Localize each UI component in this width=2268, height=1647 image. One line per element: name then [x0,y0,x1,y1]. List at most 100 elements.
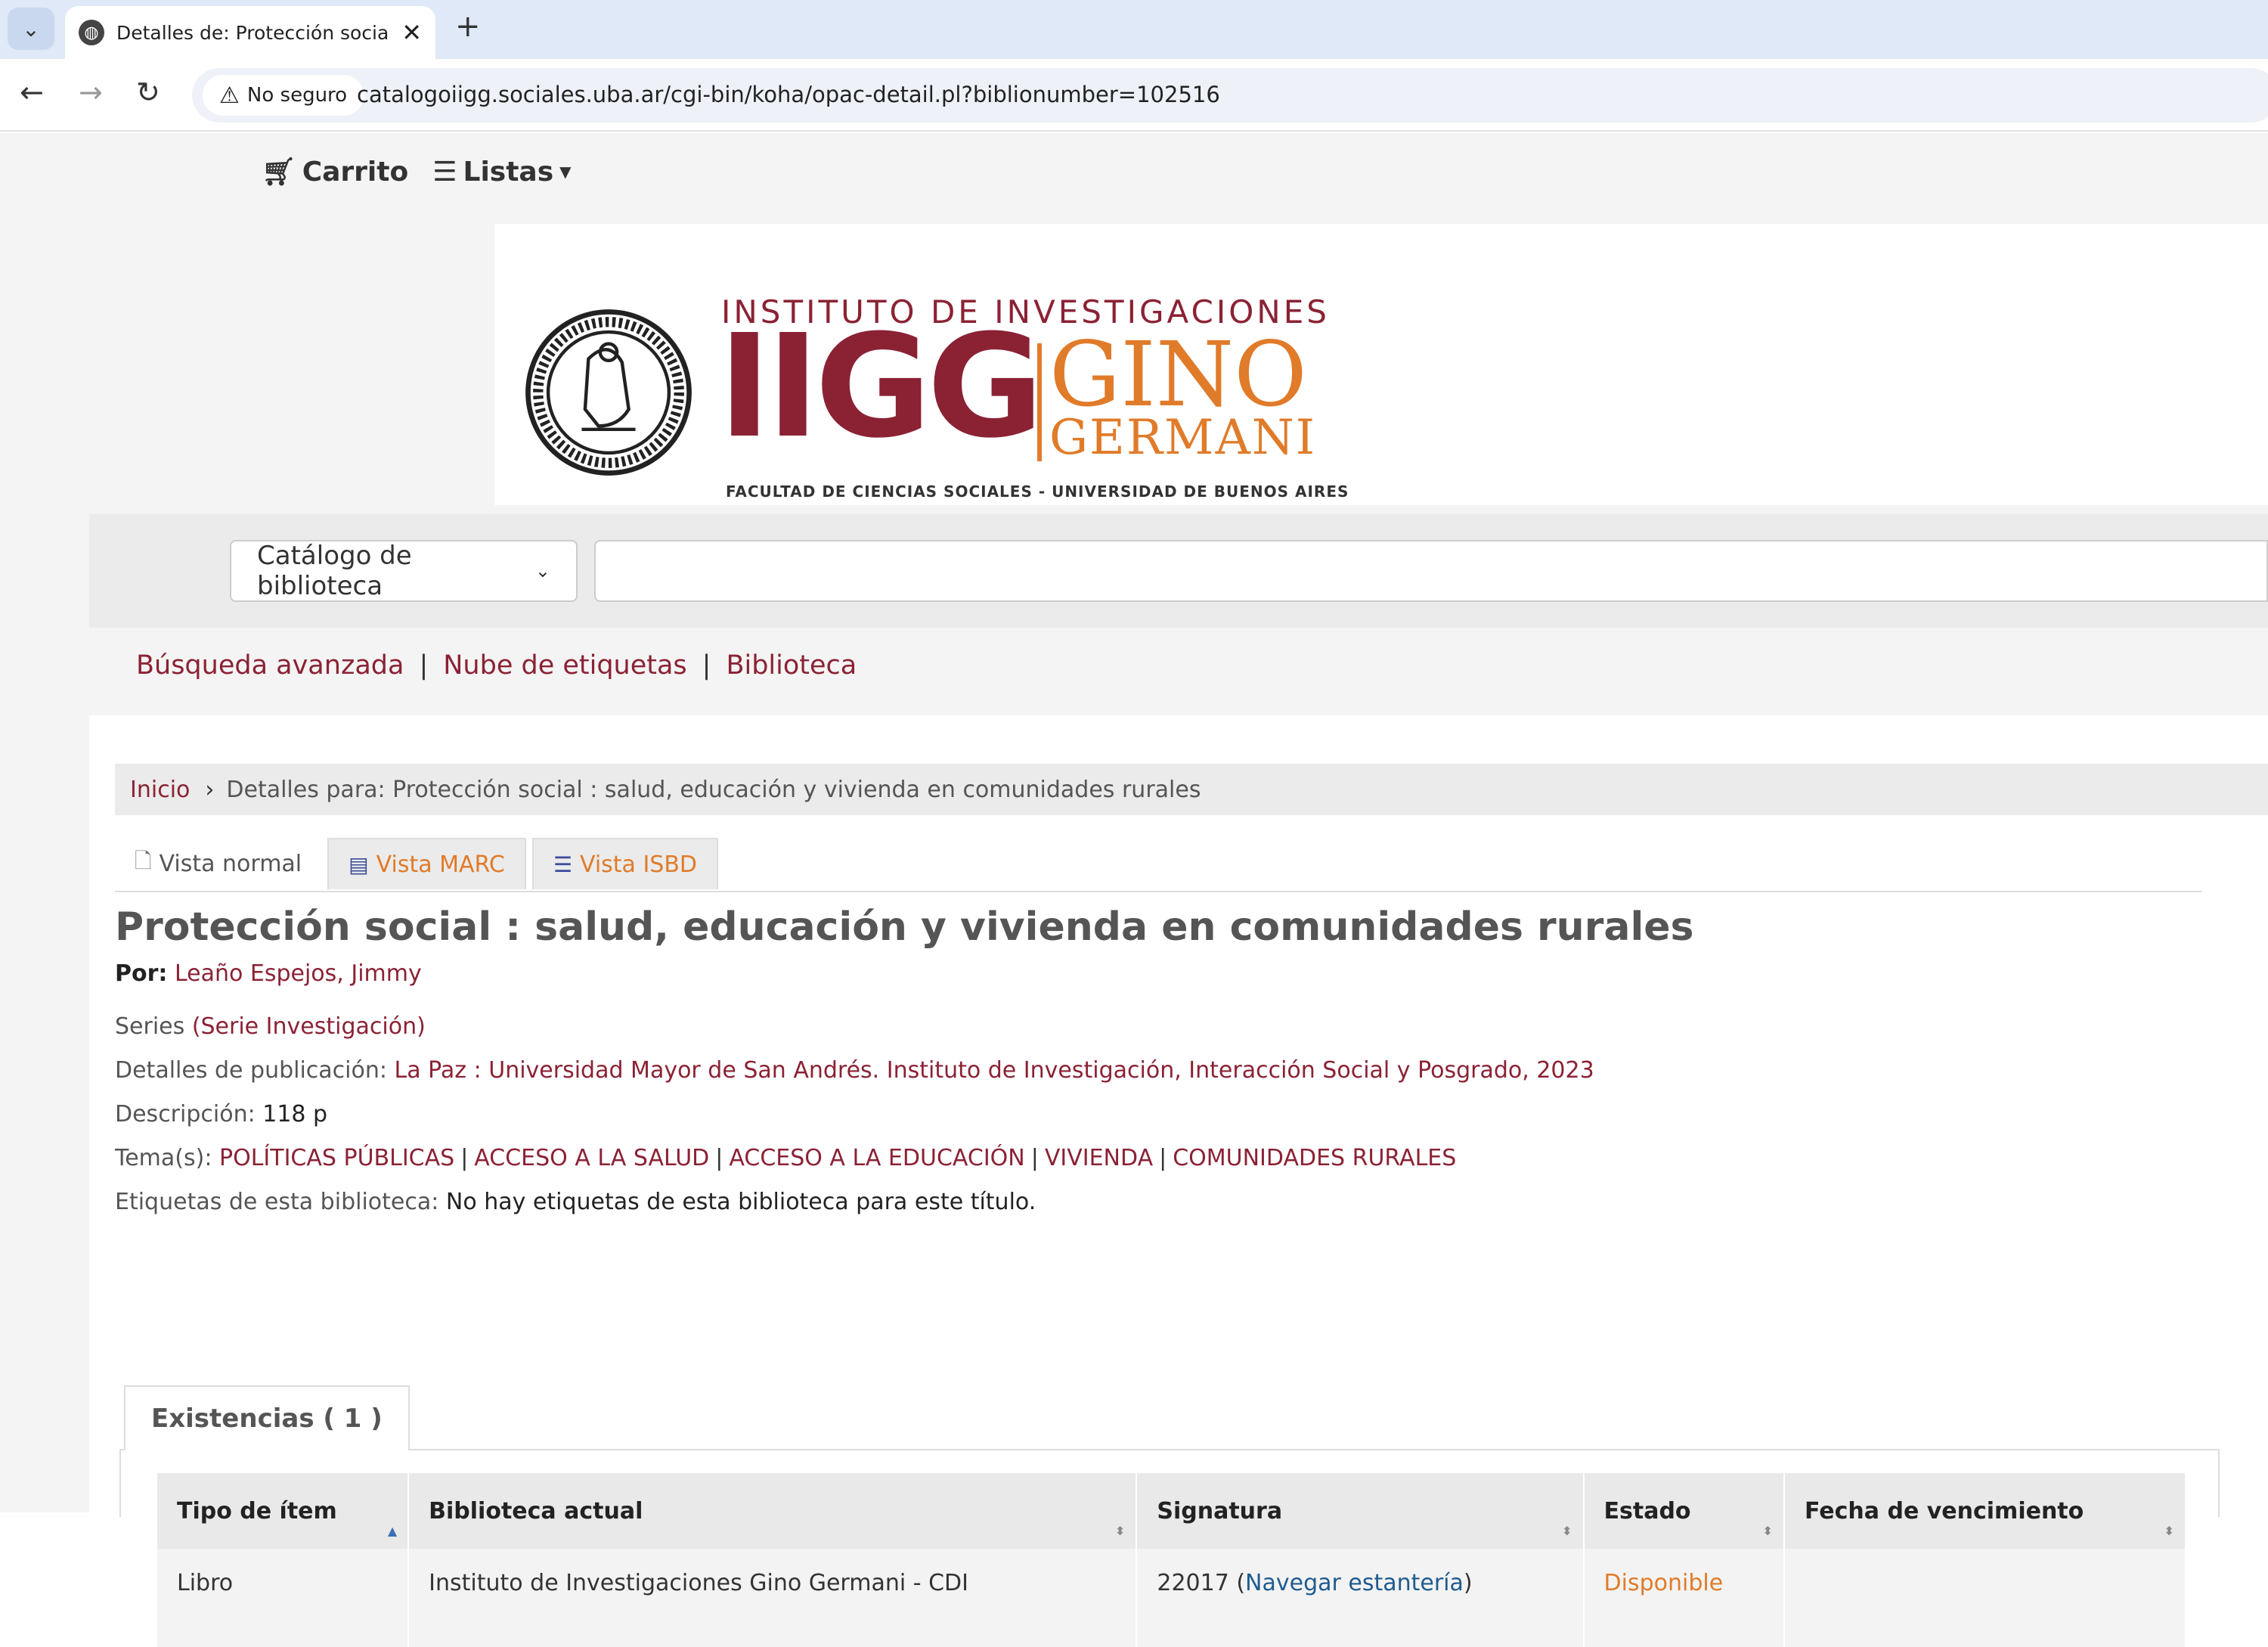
tab-isbd-label: Vista ISBD [579,851,698,878]
column-header-label: Signatura [1157,1497,1283,1524]
tab-normal-view[interactable]: 🗋︎ Vista normal [115,838,321,889]
institution-banner[interactable]: INSTITUTO DE INVESTIGACIONES IIGG GINO G… [494,224,2268,505]
series-link[interactable]: (Serie Investigación) [192,1013,426,1040]
author-label: Por: [115,960,168,987]
link-separator: | [702,650,711,681]
cart-link[interactable]: 🛒︎ Carrito [262,156,408,188]
tags-value: No hay etiquetas de esta biblioteca para… [445,1189,1036,1215]
university-seal-icon [525,309,692,476]
status-badge: Disponible [1603,1570,1724,1596]
subject-link[interactable]: POLÍTICAS PÚBLICAS [219,1145,454,1171]
tab-title: Detalles de: Protección social : s [116,21,389,44]
subject-link[interactable]: ACCESO A LA EDUCACIÓN [729,1145,1024,1171]
record-title: Protección social : salud, educación y v… [115,904,1694,950]
secondary-links: Búsqueda avanzada | Nube de etiquetas | … [136,650,857,681]
tab-marc-view[interactable]: ▤ Vista MARC [327,838,526,889]
tag-cloud-link[interactable]: Nube de etiquetas [443,650,686,681]
subject-link[interactable]: ACCESO A LA SALUD [474,1145,709,1171]
column-header-label: Biblioteca actual [429,1497,643,1524]
column-header-label: Estado [1603,1497,1691,1524]
subject-separator: | [460,1145,469,1171]
publication-label: Detalles de publicación: [115,1057,387,1084]
list-icon: ☰ [553,851,572,877]
close-icon[interactable]: ✕ [401,18,422,47]
tab-search-button[interactable]: ⌄ [8,8,54,50]
globe-icon: ◍ [79,20,104,45]
holdings-header-row: Tipo de ítem ▲ Biblioteca actual ⬍ Signatu… [157,1473,2186,1549]
document-icon: 🗋︎ [135,848,152,873]
callnumber-value: 22017 [1157,1570,1229,1596]
browser-tabstrip: ⌄ ◍ Detalles de: Protección social : s ✕… [0,0,2268,59]
address-bar[interactable]: ⚠ No seguro catalogoiigg.sociales.uba.ar… [192,68,2268,123]
column-header-callnumber[interactable]: Signatura ⬍ [1136,1473,1585,1549]
cell-library: Instituto de Investigaciones Gino German… [408,1549,1138,1647]
browse-shelf-link[interactable]: Navegar estantería [1245,1570,1464,1596]
column-header-due-date[interactable]: Fecha de vencimiento ⬍ [1784,1473,2186,1549]
breadcrumb-current: Detalles para: Protección social : salud… [226,776,1201,803]
cell-due-date [1784,1549,2186,1647]
column-header-status[interactable]: Estado ⬍ [1583,1473,1786,1549]
sort-icon: ⬍ [2164,1524,2174,1538]
tab-normal-label: Vista normal [159,850,302,877]
chevron-down-icon: ⌄ [22,16,40,42]
advanced-search-link[interactable]: Búsqueda avanzada [136,650,404,681]
record-description: Descripción: 118 p [115,1101,327,1127]
warning-icon: ⚠ [219,82,240,109]
url-text[interactable]: catalogoiigg.sociales.uba.ar/cgi-bin/koh… [357,82,1220,107]
search-scope-select[interactable]: Catálogo de biblioteca ⌄ [230,540,578,602]
main-content: Inicio › Detalles para: Protección socia… [89,715,2268,1647]
column-header-label: Fecha de vencimiento [1805,1497,2084,1524]
column-header-label: Tipo de ítem [177,1497,337,1524]
search-input[interactable] [594,540,2268,602]
browser-tab[interactable]: ◍ Detalles de: Protección social : s ✕ [65,6,435,59]
link-separator: | [419,650,429,681]
column-header-library[interactable]: Biblioteca actual ⬍ [408,1473,1138,1549]
subject-separator: | [1030,1145,1039,1171]
lists-dropdown[interactable]: ☰ Listas ▼ [432,156,571,188]
cell-callnumber: 22017 (Navegar estantería) [1136,1549,1585,1647]
new-tab-icon[interactable]: + [455,9,481,44]
subject-separator: | [1159,1145,1167,1171]
record-subjects: Tema(s): POLÍTICAS PÚBLICAS | ACCESO A LA … [115,1145,1456,1171]
browser-toolbar: ← → ↻ ⚠ No seguro catalogoiigg.sociales.… [0,59,2268,132]
search-bar: Catálogo de biblioteca ⌄ [89,514,2268,628]
reload-icon[interactable]: ↻ [136,76,160,109]
publication-link[interactable]: La Paz : Universidad Mayor de San Andrés… [395,1057,1594,1084]
tab-marc-label: Vista MARC [376,851,505,878]
list-icon: ☰ [432,156,457,188]
tags-label: Etiquetas de esta biblioteca: [115,1189,439,1215]
view-tabs-divider [115,891,2201,892]
tab-holdings[interactable]: Existencias ( 1 ) [124,1385,410,1450]
sort-asc-icon: ▲ [387,1524,398,1538]
subjects-label: Tema(s): [115,1145,212,1171]
back-arrow-icon[interactable]: ← [20,76,44,109]
breadcrumb: Inicio › Detalles para: Protección socia… [115,764,2268,815]
forward-arrow-icon[interactable]: → [79,76,103,109]
sort-icon: ⬍ [1762,1524,1774,1538]
card-icon: ▤ [349,851,369,877]
breadcrumb-home-link[interactable]: Inicio [130,777,190,803]
series-label: Series [115,1013,185,1040]
chevron-right-icon: › [205,776,215,803]
logo-gino-text: GINO [1049,322,1307,426]
subject-link[interactable]: VIVIENDA [1045,1145,1153,1171]
search-scope-value: Catálogo de biblioteca [257,541,412,601]
security-label: No seguro [246,84,348,107]
logo-faculty-text: FACULTAD DE CIENCIAS SOCIALES - UNIVERSI… [726,482,1349,501]
cell-item-type: Libro [157,1549,410,1647]
caret-down-icon: ▼ [559,163,572,181]
logo-germani-text: GERMANI [1049,410,1317,466]
cart-icon: 🛒︎ [262,157,296,188]
subject-link[interactable]: COMUNIDADES RURALES [1173,1145,1456,1171]
tab-isbd-view[interactable]: ☰ Vista ISBD [531,838,719,889]
record-publication: Detalles de publicación: La Paz : Univer… [115,1057,1594,1084]
security-chip[interactable]: ⚠ No seguro [203,75,364,116]
view-tabs: 🗋︎ Vista normal ▤ Vista MARC ☰ Vista ISB… [115,838,719,889]
library-link[interactable]: Biblioteca [726,650,857,681]
record-author: Por: Leaño Espejos, Jimmy [115,960,422,987]
sort-icon: ⬍ [1562,1524,1572,1538]
record-tags: Etiquetas de esta biblioteca: No hay eti… [115,1189,1036,1215]
author-link[interactable]: Leaño Espejos, Jimmy [175,960,422,987]
column-header-item-type[interactable]: Tipo de ítem ▲ [157,1473,410,1549]
top-nav: 🛒︎ Carrito ☰ Listas ▼ [262,156,572,188]
